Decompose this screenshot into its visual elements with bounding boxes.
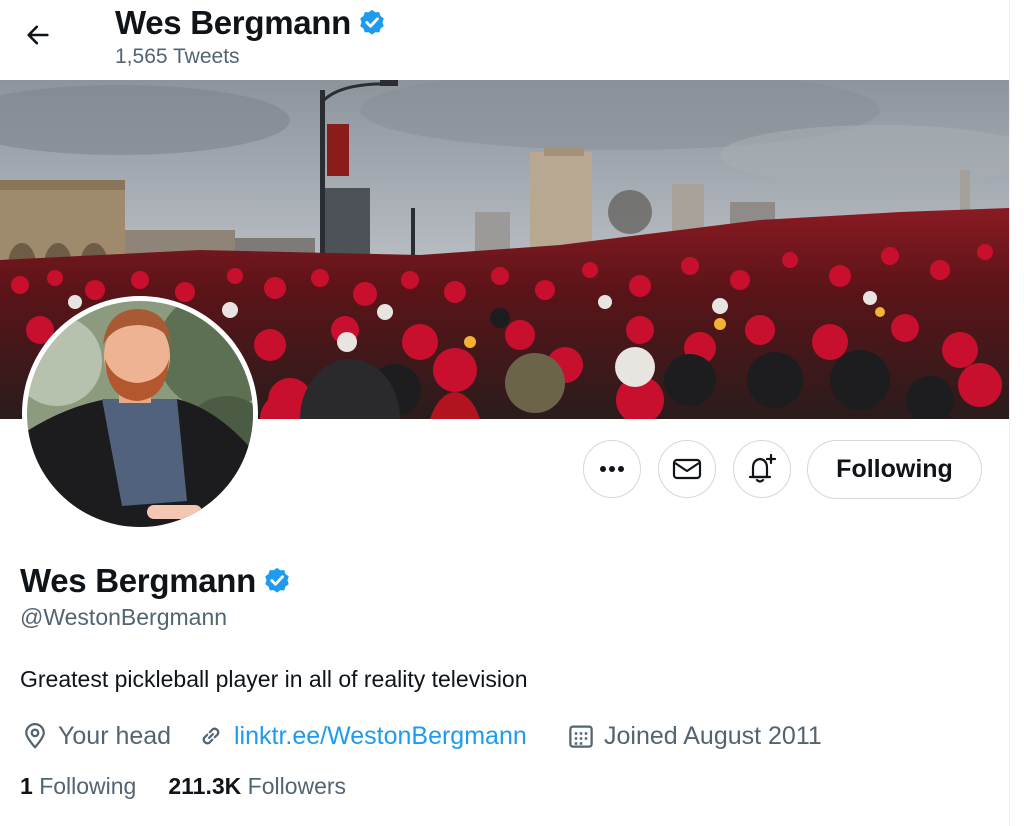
header-title: Wes Bergmann — [115, 4, 387, 42]
profile-handle: @WestonBergmann — [20, 604, 228, 630]
following-stat-link[interactable]: 1 Following — [20, 773, 136, 800]
followers-stat-link[interactable]: 211.3K Followers — [168, 773, 346, 800]
tweet-count: 1,565 Tweets — [115, 45, 240, 68]
followers-label: Followers — [247, 773, 347, 799]
profile-display-name: Wes Bergmann — [20, 562, 292, 600]
location-item: Your head — [20, 719, 171, 753]
avatar-image — [27, 301, 253, 527]
following-count: 1 — [20, 773, 33, 799]
bell-plus-icon — [748, 453, 777, 483]
website-link[interactable]: linktr.ee/WestonBergmann — [234, 722, 527, 751]
column-divider — [1009, 0, 1010, 826]
profile-avatar[interactable] — [22, 296, 258, 532]
location-text: Your head — [58, 721, 172, 750]
notifications-button[interactable] — [733, 440, 791, 498]
verified-badge-icon — [265, 567, 289, 593]
header-name-text: Wes Bergmann — [115, 4, 352, 41]
following-label: Following — [39, 773, 137, 799]
profile-bio: Greatest pickleball player in all of rea… — [20, 666, 528, 692]
profile-header: Wes Bergmann 1,565 Tweets — [0, 0, 1009, 80]
profile-stats: 1 Following 211.3K Followers — [20, 773, 346, 800]
back-button[interactable] — [16, 16, 60, 54]
message-button[interactable] — [658, 440, 716, 498]
link-icon — [202, 727, 220, 745]
website-item[interactable]: linktr.ee/WestonBergmann — [196, 719, 527, 753]
joined-text: Joined August 2011 — [604, 721, 822, 750]
followers-count: 211.3K — [168, 773, 242, 799]
more-button[interactable] — [583, 440, 641, 498]
verified-badge-icon — [360, 9, 384, 35]
envelope-icon — [672, 458, 702, 480]
calendar-icon — [569, 725, 593, 748]
joined-item: Joined August 2011 — [566, 719, 822, 753]
display-name-text: Wes Bergmann — [20, 562, 257, 599]
location-pin-icon — [25, 723, 45, 749]
more-dots-icon — [600, 466, 624, 472]
following-button[interactable]: Following — [807, 440, 982, 499]
arrow-left-icon — [27, 25, 49, 45]
